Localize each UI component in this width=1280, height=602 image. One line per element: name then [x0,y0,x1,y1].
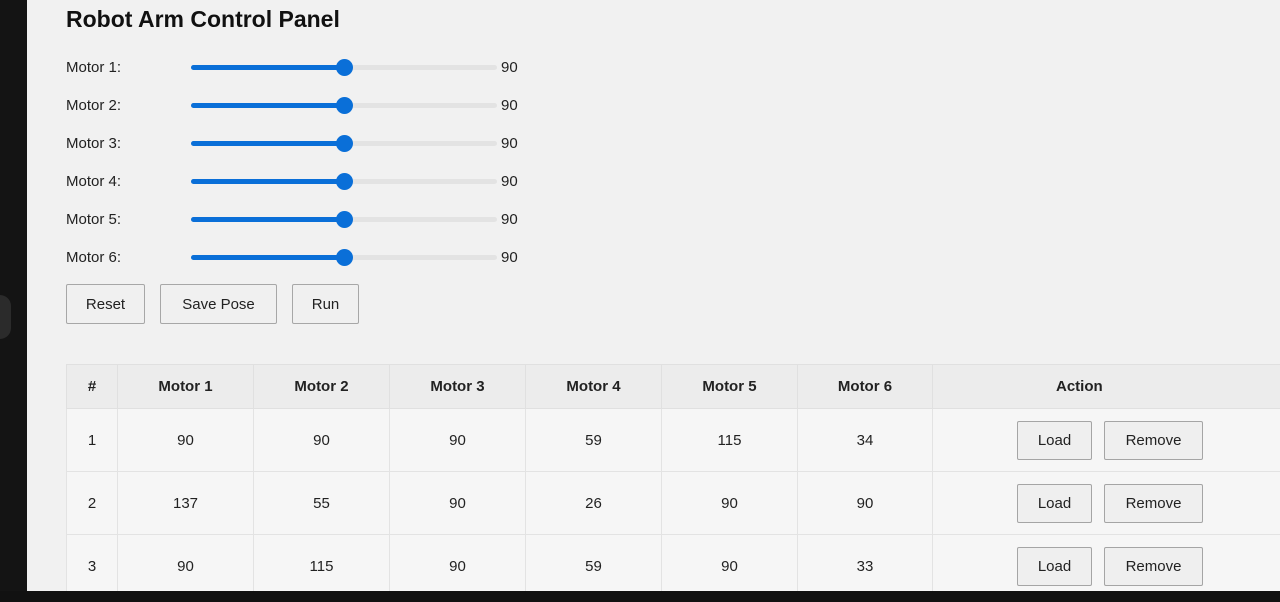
motor-value: 90 [501,249,518,266]
slider-fill [191,141,344,146]
column-header: # [66,364,118,409]
table-cell: 90 [797,471,933,535]
column-header: Motor 3 [389,364,526,409]
motor-value: 90 [501,211,518,228]
column-header: Motor 6 [797,364,933,409]
motor-value: 90 [501,59,518,76]
load-button[interactable]: Load [1017,483,1092,523]
column-header: Motor 5 [661,364,798,409]
table-cell: 26 [525,471,662,535]
table-cell: 90 [661,534,798,598]
side-handle [0,295,11,339]
table-row: 2 137 55 90 26 90 90 Load Remove [66,471,1280,535]
slider-thumb[interactable] [336,211,353,228]
motor-label: Motor 2: [66,97,122,114]
slider-thumb[interactable] [336,97,353,114]
slider-fill [191,103,344,108]
run-button[interactable]: Run [292,284,359,324]
table-cell: 90 [661,471,798,535]
motor-value: 90 [501,135,518,152]
slider-fill [191,65,344,70]
motor-label: Motor 4: [66,173,122,190]
motor-row-6: Motor 6: 90 [66,246,546,270]
column-header: Motor 1 [117,364,254,409]
slider-fill [191,217,344,222]
motor-row-3: Motor 3: 90 [66,132,546,156]
motor-label: Motor 1: [66,59,122,76]
motor-row-4: Motor 4: 90 [66,170,546,194]
table-cell: 33 [797,534,933,598]
motor-1-slider[interactable] [191,59,497,76]
action-cell: Load Remove [932,471,1280,535]
table-row: 1 90 90 90 59 115 34 Load Remove [66,408,1280,472]
motor-row-2: Motor 2: 90 [66,94,546,118]
column-header: Motor 2 [253,364,390,409]
load-button[interactable]: Load [1017,546,1092,586]
table-cell: 3 [66,534,118,598]
motor-5-slider[interactable] [191,211,497,228]
table-cell: 137 [117,471,254,535]
motor-row-5: Motor 5: 90 [66,208,546,232]
saved-poses-table: # Motor 1 Motor 2 Motor 3 Motor 4 Motor … [66,364,1280,598]
motor-6-slider[interactable] [191,249,497,266]
slider-fill [191,255,344,260]
column-header: Motor 4 [525,364,662,409]
motor-4-slider[interactable] [191,173,497,190]
motor-3-slider[interactable] [191,135,497,152]
bottom-window-edge [0,591,1280,602]
slider-thumb[interactable] [336,59,353,76]
action-cell: Load Remove [932,408,1280,472]
save-pose-button[interactable]: Save Pose [160,284,277,324]
table-cell: 115 [661,408,798,472]
load-button[interactable]: Load [1017,420,1092,460]
slider-thumb[interactable] [336,249,353,266]
table-row: 3 90 115 90 59 90 33 Load Remove [66,534,1280,598]
table-cell: 90 [117,534,254,598]
motor-value: 90 [501,173,518,190]
slider-thumb[interactable] [336,173,353,190]
motor-value: 90 [501,97,518,114]
table-cell: 55 [253,471,390,535]
motor-label: Motor 3: [66,135,122,152]
table-cell: 2 [66,471,118,535]
table-cell: 90 [389,408,526,472]
motor-row-1: Motor 1: 90 [66,56,546,80]
table-cell: 34 [797,408,933,472]
motor-label: Motor 6: [66,249,122,266]
slider-thumb[interactable] [336,135,353,152]
table-header-row: # Motor 1 Motor 2 Motor 3 Motor 4 Motor … [66,364,1280,409]
motor-label: Motor 5: [66,211,122,228]
motor-2-slider[interactable] [191,97,497,114]
remove-button[interactable]: Remove [1104,483,1203,523]
table-cell: 59 [525,408,662,472]
table-cell: 115 [253,534,390,598]
action-cell: Load Remove [932,534,1280,598]
table-cell: 59 [525,534,662,598]
table-cell: 90 [117,408,254,472]
page-title: Robot Arm Control Panel [66,6,340,32]
reset-button[interactable]: Reset [66,284,145,324]
table-cell: 1 [66,408,118,472]
remove-button[interactable]: Remove [1104,546,1203,586]
table-cell: 90 [389,534,526,598]
table-cell: 90 [389,471,526,535]
table-cell: 90 [253,408,390,472]
remove-button[interactable]: Remove [1104,420,1203,460]
column-header: Action [932,364,1280,409]
slider-fill [191,179,344,184]
